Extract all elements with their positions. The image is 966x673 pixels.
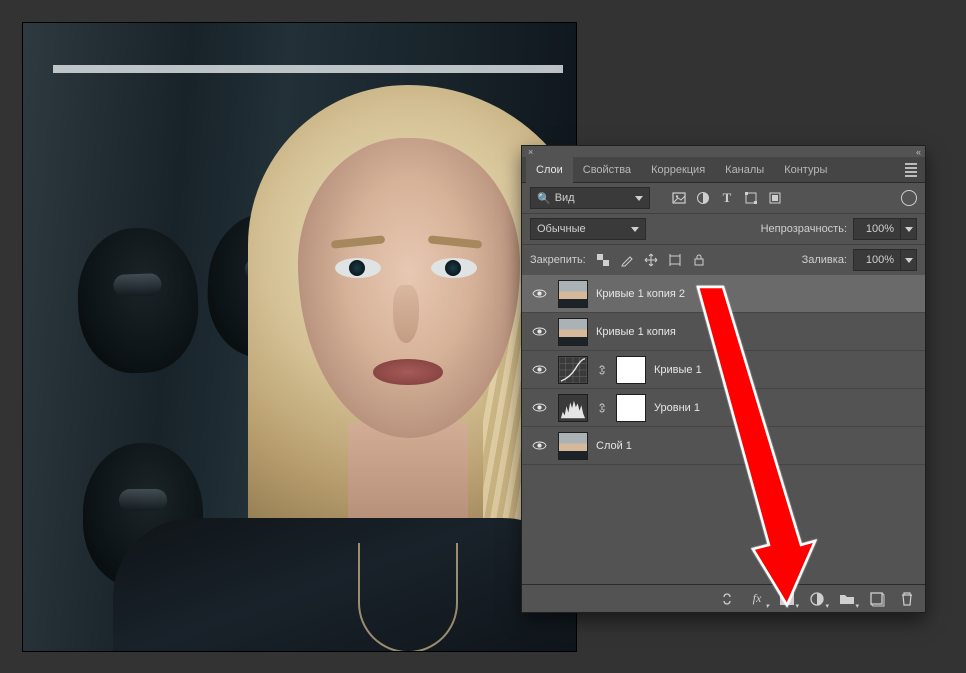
visibility-toggle[interactable] <box>528 286 550 301</box>
lock-transparency-icon[interactable] <box>596 253 610 267</box>
lock-label: Закрепить: <box>530 254 586 266</box>
collapse-panel-icon[interactable]: « <box>916 147 919 157</box>
canvas-image[interactable] <box>22 22 577 652</box>
lock-position-icon[interactable] <box>644 253 658 267</box>
chevron-down-icon <box>905 258 913 263</box>
layers-panel: × « Слои Свойства Коррекция Каналы Конту… <box>521 145 926 613</box>
blend-mode-value: Обычные <box>537 223 586 235</box>
layer-mask-thumbnail[interactable] <box>616 394 646 422</box>
layer-name[interactable]: Кривые 1 копия <box>596 326 676 338</box>
filter-shape-icon[interactable] <box>744 191 758 205</box>
layers-list: Кривые 1 копия 2 Кривые 1 копия Кривые 1 <box>522 275 925 584</box>
layer-row[interactable]: Уровни 1 <box>522 389 925 427</box>
image-content <box>23 23 576 651</box>
fill-label: Заливка: <box>802 254 847 266</box>
adjustment-thumbnail[interactable] <box>558 356 588 384</box>
layer-row[interactable]: Кривые 1 <box>522 351 925 389</box>
lock-all-icon[interactable] <box>692 253 706 267</box>
panel-bottom-toolbar: fx▾ ▾ ▾ ▾ <box>522 584 925 612</box>
new-layer-button[interactable] <box>869 591 885 607</box>
visibility-toggle[interactable] <box>528 362 550 377</box>
layer-row[interactable]: Слой 1 <box>522 427 925 465</box>
lock-fill-row: Закрепить: Заливка: 100% <box>522 245 925 275</box>
new-adjustment-layer-button[interactable]: ▾ <box>809 591 825 607</box>
lock-pixels-icon[interactable] <box>620 253 634 267</box>
adjustment-thumbnail[interactable] <box>558 394 588 422</box>
visibility-toggle[interactable] <box>528 324 550 339</box>
layer-name[interactable]: Кривые 1 копия 2 <box>596 288 685 300</box>
layer-mask-thumbnail[interactable] <box>616 356 646 384</box>
visibility-toggle[interactable] <box>528 438 550 453</box>
close-panel-icon[interactable]: × <box>528 147 533 157</box>
delete-layer-button[interactable] <box>899 591 915 607</box>
filter-smart-icon[interactable] <box>768 191 782 205</box>
panel-menu-icon[interactable] <box>897 163 925 177</box>
filter-type-icon[interactable]: T <box>720 191 734 205</box>
filter-row: 🔍 Вид T <box>522 183 925 213</box>
filter-toggle[interactable] <box>901 190 917 206</box>
layer-name[interactable]: Уровни 1 <box>654 402 700 414</box>
panel-tabs: Слои Свойства Коррекция Каналы Контуры <box>522 157 925 183</box>
layer-row[interactable]: Кривые 1 копия <box>522 313 925 351</box>
layer-thumbnail[interactable] <box>558 432 588 460</box>
opacity-input[interactable]: 100% <box>853 218 917 240</box>
layer-name[interactable]: Слой 1 <box>596 440 632 452</box>
link-layers-button[interactable] <box>719 591 735 607</box>
opacity-label: Непрозрачность: <box>761 223 847 235</box>
tab-layers[interactable]: Слои <box>526 157 573 183</box>
blend-mode-select[interactable]: Обычные <box>530 218 646 240</box>
chevron-down-icon <box>635 196 643 201</box>
filter-kind-select[interactable]: 🔍 Вид <box>530 187 650 209</box>
visibility-toggle[interactable] <box>528 400 550 415</box>
chevron-down-icon <box>905 227 913 232</box>
layer-row[interactable]: Кривые 1 копия 2 <box>522 275 925 313</box>
layer-name[interactable]: Кривые 1 <box>654 364 702 376</box>
mask-link-icon[interactable] <box>596 402 608 414</box>
blend-opacity-row: Обычные Непрозрачность: 100% <box>522 213 925 245</box>
lock-artboard-icon[interactable] <box>668 253 682 267</box>
layer-thumbnail[interactable] <box>558 280 588 308</box>
filter-kind-label: Вид <box>555 192 575 204</box>
filter-adjustment-icon[interactable] <box>696 191 710 205</box>
tab-channels[interactable]: Каналы <box>715 157 774 183</box>
chevron-down-icon <box>631 227 639 232</box>
add-layer-mask-button[interactable]: ▾ <box>779 591 795 607</box>
filter-pixel-icon[interactable] <box>672 191 686 205</box>
layer-thumbnail[interactable] <box>558 318 588 346</box>
opacity-value: 100% <box>854 219 900 239</box>
fill-input[interactable]: 100% <box>853 249 917 271</box>
fill-value: 100% <box>854 250 900 270</box>
tab-properties[interactable]: Свойства <box>573 157 641 183</box>
layer-style-button[interactable]: fx▾ <box>749 591 765 607</box>
tab-paths[interactable]: Контуры <box>774 157 837 183</box>
tab-adjustments[interactable]: Коррекция <box>641 157 715 183</box>
mask-link-icon[interactable] <box>596 364 608 376</box>
search-icon: 🔍 <box>537 192 551 205</box>
new-group-button[interactable]: ▾ <box>839 591 855 607</box>
